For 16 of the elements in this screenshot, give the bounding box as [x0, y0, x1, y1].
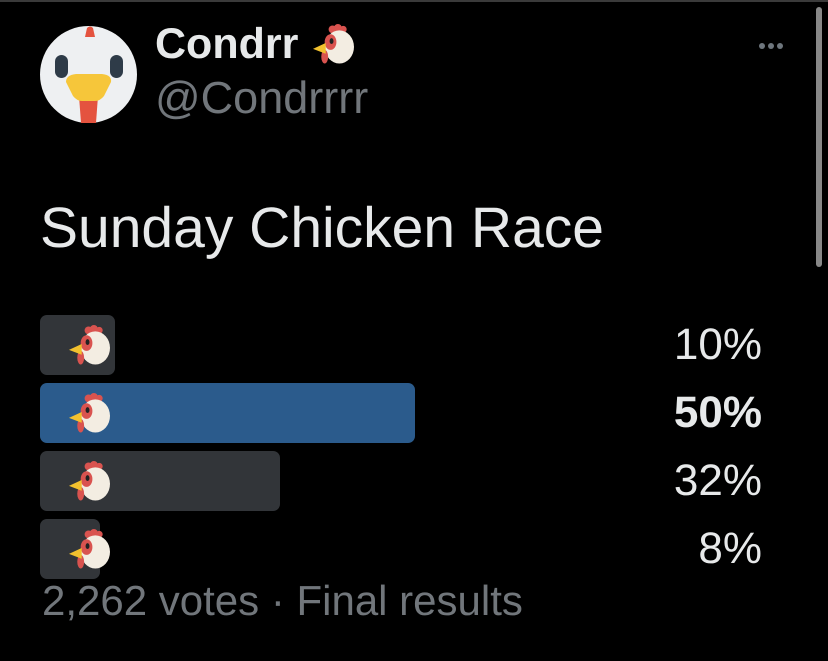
- author-name[interactable]: Condrr: [155, 18, 298, 70]
- poll-percentage: 8%: [698, 523, 762, 575]
- more-options-icon[interactable]: [759, 43, 783, 49]
- avatar-chicken-icon[interactable]: [40, 26, 137, 123]
- chicken-icon: [68, 392, 110, 434]
- poll-percentage: 32%: [674, 455, 762, 507]
- poll-percentage: 10%: [674, 319, 762, 371]
- chicken-icon: [68, 324, 110, 366]
- poll-summary: 2,262 votes · Final results: [42, 579, 524, 623]
- chicken-icon: [312, 23, 354, 65]
- tweet-text: Sunday Chicken Race: [40, 195, 605, 262]
- chicken-icon: [68, 528, 110, 570]
- scrollbar[interactable]: [816, 7, 822, 267]
- chicken-icon: [68, 460, 110, 502]
- author-handle: @Condrrrr: [155, 72, 368, 124]
- poll-percentage: 50%: [674, 387, 762, 439]
